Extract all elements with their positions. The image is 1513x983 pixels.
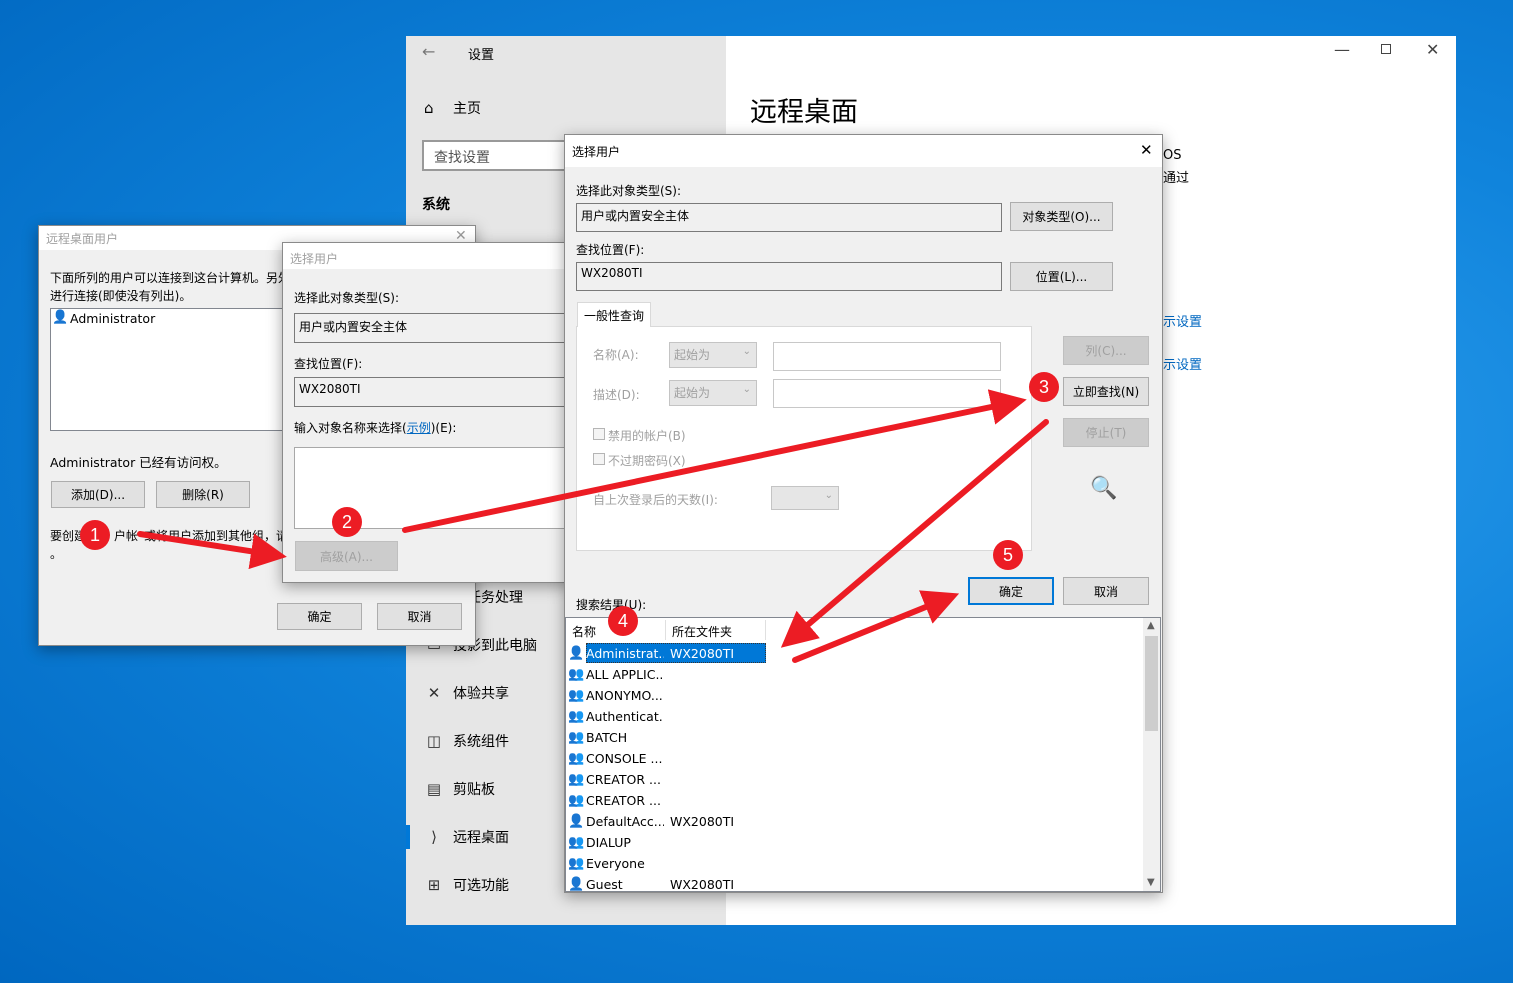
arrow-2 [402, 389, 1027, 533]
step-marker-4: 4 [608, 606, 638, 636]
annotation-arrows [137, 389, 1049, 663]
arrow-1 [137, 531, 287, 570]
step-marker-5: 5 [993, 540, 1023, 570]
step-marker-1: 1 [80, 520, 110, 550]
step-marker-3: 3 [1029, 372, 1059, 402]
step-marker-2: 2 [332, 507, 362, 537]
arrow-4 [792, 590, 960, 663]
